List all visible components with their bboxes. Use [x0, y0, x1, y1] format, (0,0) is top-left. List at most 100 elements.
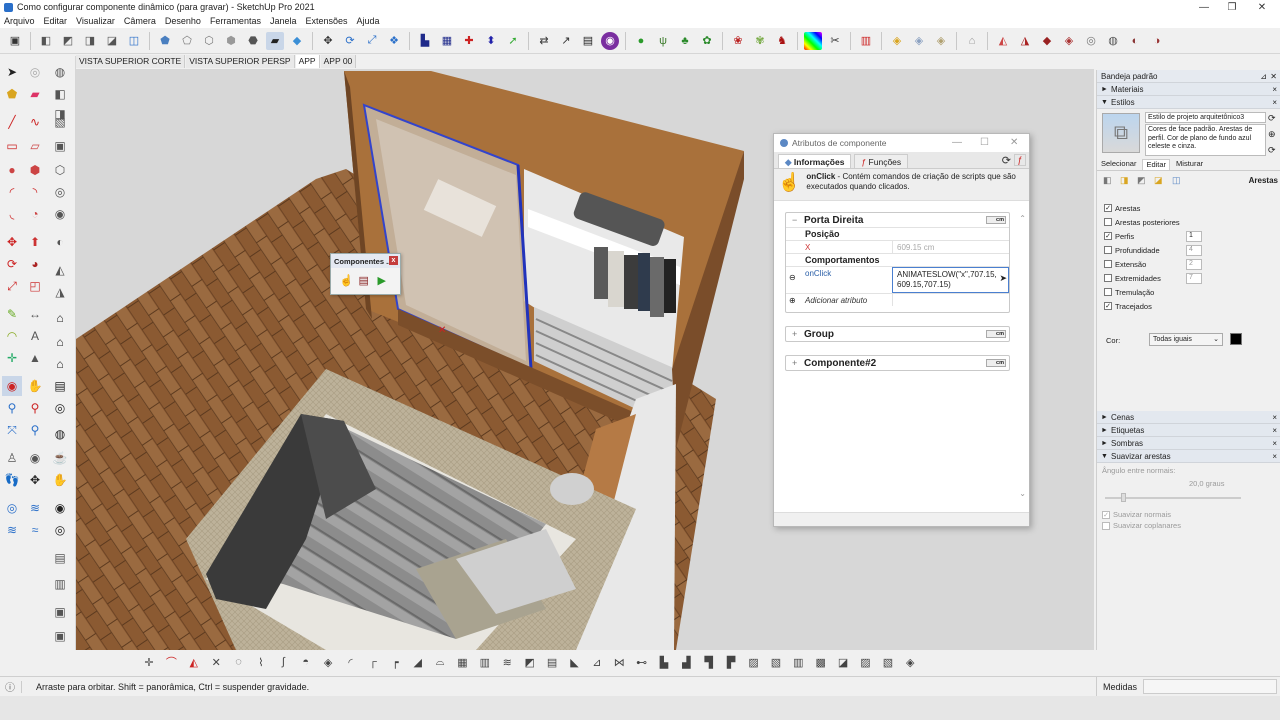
- text-tool-icon[interactable]: A: [25, 326, 45, 346]
- bend-icon[interactable]: ⌇: [252, 653, 270, 671]
- checkbox-checked[interactable]: ✓: [1104, 204, 1112, 212]
- component-options-icon[interactable]: ▤: [359, 274, 373, 288]
- panel-close-icon[interactable]: ×: [1272, 98, 1277, 107]
- expand-arrow-icon[interactable]: ►: [1101, 414, 1111, 421]
- expand-arrow-icon[interactable]: ►: [1101, 86, 1111, 93]
- select-icon[interactable]: ➤: [2, 62, 22, 82]
- slider-thumb[interactable]: [1121, 493, 1126, 502]
- front-view-icon[interactable]: ◨: [81, 32, 99, 50]
- house-icon[interactable]: ⌂: [50, 308, 70, 328]
- extremidades-value[interactable]: 7: [1186, 272, 1202, 284]
- interact-icon[interactable]: ☝: [340, 274, 354, 288]
- close-button[interactable]: ✕: [1248, 0, 1276, 14]
- ext-c-icon[interactable]: ◆: [1038, 32, 1056, 50]
- scroll-down-icon[interactable]: ⌄: [1019, 489, 1026, 498]
- box2-icon[interactable]: ◈: [910, 32, 928, 50]
- mono-view-icon[interactable]: ◮: [50, 282, 70, 302]
- collapse-arrow-icon[interactable]: ▼: [1101, 453, 1111, 460]
- panel-estilos[interactable]: Estilos: [1111, 98, 1135, 107]
- style-tab-editar[interactable]: Editar: [1142, 159, 1171, 170]
- panel-bottom-icon[interactable]: ▤: [543, 653, 561, 671]
- followme-tool-icon[interactable]: ◕: [25, 254, 45, 274]
- axes-tool-icon[interactable]: ✛: [2, 348, 22, 368]
- grid-icon[interactable]: ▦: [453, 653, 471, 671]
- info-circle-icon[interactable]: ⓘ: [5, 679, 15, 694]
- corner2-icon[interactable]: ┍: [386, 653, 404, 671]
- rail2-icon[interactable]: ◪: [834, 653, 852, 671]
- loft-icon[interactable]: ⌓: [431, 653, 449, 671]
- option-extremidades[interactable]: Extremidades 7: [1097, 271, 1280, 285]
- components-close-button[interactable]: x: [389, 256, 398, 265]
- restore-button[interactable]: ❐: [1218, 0, 1246, 14]
- component-attributes-icon[interactable]: ▶: [378, 274, 392, 288]
- panel-etiquetas[interactable]: Etiquetas: [1111, 426, 1144, 435]
- 3dtext-icon[interactable]: ▲: [25, 348, 45, 368]
- protractor-icon[interactable]: ◠: [2, 326, 22, 346]
- print-icon[interactable]: ▣: [6, 32, 24, 50]
- menu-ajuda[interactable]: Ajuda: [357, 16, 380, 26]
- style-tab-misturar[interactable]: Misturar: [1176, 159, 1203, 170]
- panel-close-icon[interactable]: ×: [1272, 85, 1277, 94]
- shaded-view-icon[interactable]: ◐: [50, 232, 70, 252]
- ext-d-icon[interactable]: ◈: [1060, 32, 1078, 50]
- ext-hand-icon[interactable]: ✋: [50, 470, 70, 490]
- option-perfis[interactable]: ✓ Perfis 1: [1097, 229, 1280, 243]
- top-view-icon[interactable]: ◩: [59, 32, 77, 50]
- unit-button[interactable]: cm: [986, 359, 1006, 367]
- paint-bucket-icon[interactable]: ⬟: [2, 84, 22, 104]
- extension-icon[interactable]: ⌂: [963, 32, 981, 50]
- panel-sombras[interactable]: Sombras: [1111, 439, 1143, 448]
- lasso-icon[interactable]: ◎: [25, 62, 45, 82]
- option-arestas[interactable]: ✓ Arestas: [1097, 201, 1280, 215]
- previous-icon[interactable]: ⚲: [25, 420, 45, 440]
- menu-visualizar[interactable]: Visualizar: [76, 16, 115, 26]
- profile-icon[interactable]: ◩: [521, 653, 539, 671]
- style-update-icon[interactable]: ⟳: [1268, 113, 1276, 124]
- option-profundidade[interactable]: Profundidade 4: [1097, 243, 1280, 257]
- stairs4-icon[interactable]: ▛: [722, 653, 740, 671]
- minimize-button[interactable]: —: [1190, 0, 1218, 14]
- color-select[interactable]: Todas iguais ⌄: [1149, 333, 1223, 346]
- warehouse-icon[interactable]: ⌂: [50, 332, 70, 352]
- wire-icon[interactable]: ◎: [50, 182, 70, 202]
- tab-informacoes[interactable]: ◆ Informações: [778, 154, 852, 168]
- tray-close-icon[interactable]: ✕: [1270, 72, 1277, 81]
- profundidade-value[interactable]: 4: [1186, 244, 1202, 256]
- ext-sphere-icon[interactable]: ◎: [50, 398, 70, 418]
- add-attribute-icon[interactable]: ⊕: [789, 296, 796, 305]
- checkbox[interactable]: [1104, 288, 1112, 296]
- arc3-icon[interactable]: ◟: [2, 204, 22, 224]
- pillar-icon[interactable]: ▥: [789, 653, 807, 671]
- tab-vista-superior-corte[interactable]: VISTA SUPERIOR CORTE: [76, 55, 186, 68]
- hidden-icon[interactable]: ◉: [50, 204, 70, 224]
- edge-settings-icon[interactable]: ◧: [1103, 175, 1112, 186]
- expand-icon[interactable]: +: [792, 358, 804, 368]
- storage-icon[interactable]: ▤: [50, 376, 70, 396]
- menu-editar[interactable]: Editar: [44, 16, 68, 26]
- collapse-arrow-icon[interactable]: ▼: [1101, 99, 1111, 106]
- flowers-icon[interactable]: ❀: [729, 32, 747, 50]
- right-view-icon[interactable]: ◪: [103, 32, 121, 50]
- textured-icon[interactable]: ⬣: [244, 32, 262, 50]
- stairs3-icon[interactable]: ▜: [700, 653, 718, 671]
- circle-icon[interactable]: ●: [2, 160, 22, 180]
- cube-icon[interactable]: ◈: [319, 653, 337, 671]
- sandbox3-icon[interactable]: ≋: [2, 520, 22, 540]
- tab-app-00[interactable]: APP 00: [320, 55, 357, 68]
- checkbox[interactable]: [1104, 260, 1112, 268]
- box-view-icon[interactable]: ▧: [50, 112, 70, 132]
- text-icon[interactable]: ▤: [579, 32, 597, 50]
- scroll-up-icon[interactable]: ⌃: [1019, 214, 1026, 223]
- style-name-field[interactable]: Estilo de projeto arquitetônico3: [1145, 112, 1266, 123]
- tag-icon[interactable]: ◧: [50, 84, 70, 104]
- menu-camera[interactable]: Câmera: [124, 16, 156, 26]
- attributes-maximize-icon[interactable]: ☐: [980, 137, 989, 148]
- layout-icon[interactable]: ▥: [857, 32, 875, 50]
- attributes-close-icon[interactable]: ✕: [1010, 137, 1018, 148]
- axes-bottom-icon[interactable]: ✛: [140, 653, 158, 671]
- eraser-icon[interactable]: ▰: [25, 84, 45, 104]
- arc-icon[interactable]: ◜: [2, 182, 22, 202]
- style-create-icon[interactable]: ⊕: [1268, 129, 1276, 140]
- tab-app[interactable]: APP: [295, 55, 320, 68]
- ext-panel2-icon[interactable]: ▥: [50, 574, 70, 594]
